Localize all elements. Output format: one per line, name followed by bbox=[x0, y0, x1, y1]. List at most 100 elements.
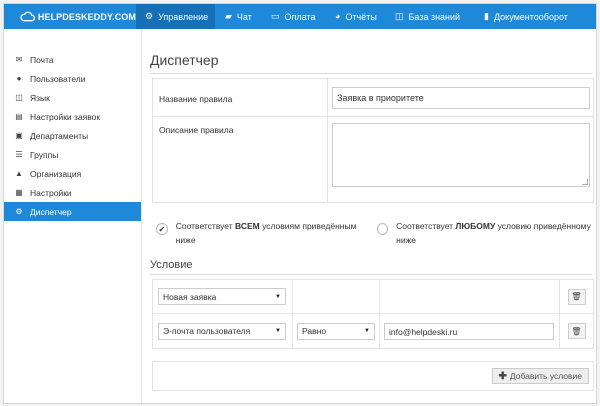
rule-name-label: Название правила bbox=[153, 79, 328, 116]
sidebar-item-settings[interactable]: ▦ Настройки bbox=[4, 183, 141, 202]
nav-label: База знаний bbox=[408, 11, 461, 22]
sidebar-item-label: Диспетчер bbox=[30, 206, 72, 217]
pie-chart-icon: ◕ bbox=[335, 11, 341, 21]
match-all-bold: ВСЕМ bbox=[235, 221, 260, 231]
sidebar-item-language[interactable]: ◫ Язык bbox=[4, 88, 141, 107]
trash-icon: 🗑 bbox=[571, 326, 582, 336]
sidebar-item-label: Пользователи bbox=[30, 73, 86, 84]
page-title: Диспетчер bbox=[150, 52, 219, 68]
condition-operator-select[interactable]: Равно ▼ bbox=[297, 322, 375, 340]
rule-desc-textarea[interactable] bbox=[332, 123, 590, 187]
nav-item-documents[interactable]: ▮ Документооборот bbox=[475, 4, 587, 29]
gear-icon: ⚙ bbox=[15, 207, 23, 216]
chat-icon: ▰ bbox=[225, 11, 232, 21]
app-window: HELPDESKEDDY.COM ⚙ Управление ▰ Чат ▭ Оп… bbox=[3, 3, 597, 404]
condition-field-select[interactable]: Новая заявка ▼ bbox=[158, 288, 286, 305]
logo[interactable]: HELPDESKEDDY.COM bbox=[4, 11, 136, 22]
nav-item-knowledge-base[interactable]: ◫ База знаний bbox=[387, 4, 475, 29]
sidebar-item-label: Настройки bbox=[30, 187, 72, 198]
condition-value-input[interactable]: info@helpdeski.ru bbox=[384, 322, 554, 340]
sidebar-item-groups[interactable]: ☰ Группы bbox=[4, 145, 141, 164]
match-all-option[interactable]: ✔ Соответствует ВСЕМ условиям приведённы… bbox=[152, 219, 373, 247]
match-all-label: Соответствует ВСЕМ условиям приведённым … bbox=[176, 219, 373, 247]
sidebar-item-users[interactable]: ● Пользователи bbox=[4, 69, 141, 88]
sidebar-item-label: Группы bbox=[30, 149, 59, 160]
nav-label: Оплата bbox=[284, 11, 316, 22]
condition-operator-cell: Равно ▼ bbox=[293, 314, 380, 348]
sidebar-item-label: Язык bbox=[30, 92, 50, 103]
sidebar-item-ticket-settings[interactable]: ▤ Настройки заявок bbox=[4, 107, 141, 126]
sidebar-item-mail[interactable]: ✉ Почта bbox=[4, 50, 141, 69]
select-value: Равно bbox=[302, 326, 327, 336]
condition-action-cell: 🗑 bbox=[560, 314, 593, 348]
add-condition-label: Добавить условие bbox=[509, 371, 582, 381]
clipboard-icon: ▤ bbox=[15, 112, 23, 121]
list-icon: ☰ bbox=[15, 150, 23, 159]
condition-section-title: Условие bbox=[150, 259, 193, 271]
envelope-icon: ✉ bbox=[15, 55, 23, 64]
nav-item-chat[interactable]: ▰ Чат bbox=[215, 4, 263, 29]
condition-value-cell bbox=[380, 280, 560, 313]
nav-label: Отчёты bbox=[345, 11, 377, 22]
book-icon: ◫ bbox=[395, 11, 404, 21]
rule-form: Название правила Заявка в приоритете Опи… bbox=[152, 78, 594, 203]
condition-value-cell: info@helpdeski.ru bbox=[380, 314, 560, 348]
delete-condition-button[interactable]: 🗑 bbox=[567, 323, 586, 339]
user-icon: ● bbox=[16, 74, 22, 83]
trash-icon: 🗑 bbox=[571, 292, 582, 301]
add-condition-button[interactable]: ✚ Добавить условие bbox=[491, 368, 589, 384]
nav-item-management[interactable]: ⚙ Управление bbox=[136, 4, 215, 29]
settings-icon: ▦ bbox=[15, 188, 23, 197]
condition-row: Новая заявка ▼ 🗑 bbox=[153, 280, 593, 314]
credit-card-icon: ▭ bbox=[271, 11, 280, 21]
sidebar-item-label: Почта bbox=[30, 54, 54, 65]
id-card-icon: ▣ bbox=[15, 131, 23, 140]
sidebar-item-departments[interactable]: ▣ Департаменты bbox=[4, 126, 141, 145]
sidebar-item-label: Настройки заявок bbox=[30, 111, 101, 122]
nav-label: Управление bbox=[158, 11, 209, 22]
conditions-table: Новая заявка ▼ 🗑 Э-почта пользователя ▼ bbox=[152, 279, 594, 349]
match-options: ✔ Соответствует ВСЕМ условиям приведённы… bbox=[152, 219, 594, 247]
match-all-radio[interactable]: ✔ bbox=[156, 223, 168, 235]
rule-desc-label: Описание правила bbox=[153, 117, 328, 202]
divider bbox=[150, 73, 592, 74]
sidebar: ✉ Почта ● Пользователи ◫ Язык ▤ Настройк… bbox=[4, 29, 142, 403]
caret-down-icon: ▼ bbox=[364, 328, 370, 334]
condition-field-cell: Новая заявка ▼ bbox=[153, 280, 293, 313]
sidebar-item-dispatcher[interactable]: ⚙ Диспетчер bbox=[4, 202, 141, 221]
condition-field-select[interactable]: Э-почта пользователя ▼ bbox=[158, 322, 286, 340]
organization-icon: ▲ bbox=[15, 169, 23, 178]
divider bbox=[150, 274, 592, 275]
delete-condition-button[interactable]: 🗑 bbox=[567, 288, 586, 305]
caret-down-icon: ▼ bbox=[275, 328, 281, 334]
top-navbar: HELPDESKEDDY.COM ⚙ Управление ▰ Чат ▭ Оп… bbox=[4, 4, 596, 29]
select-value: Новая заявка bbox=[163, 291, 217, 302]
cloud-logo-icon bbox=[20, 11, 35, 22]
condition-row: Э-почта пользователя ▼ Равно ▼ info@help… bbox=[153, 314, 593, 348]
logo-text: HELPDESKEDDY.COM bbox=[37, 11, 136, 22]
match-any-radio[interactable] bbox=[377, 223, 389, 235]
rule-desc-cell bbox=[328, 117, 593, 202]
rule-name-row: Название правила Заявка в приоритете bbox=[153, 79, 593, 117]
check-icon: ✔ bbox=[158, 224, 166, 234]
match-all-prefix: Соответствует bbox=[175, 221, 236, 231]
nav-item-reports[interactable]: ◕ Отчёты bbox=[327, 4, 387, 29]
condition-action-cell: 🗑 bbox=[560, 280, 593, 313]
select-value: Э-почта пользователя bbox=[163, 326, 251, 336]
nav-item-payment[interactable]: ▭ Оплата bbox=[263, 4, 327, 29]
match-any-bold: ЛЮБОМУ bbox=[455, 221, 496, 231]
resize-grip[interactable] bbox=[582, 179, 588, 185]
match-any-prefix: Соответствует bbox=[396, 221, 456, 231]
document-icon: ▮ bbox=[484, 11, 489, 21]
rule-desc-row: Описание правила bbox=[153, 117, 593, 202]
book-icon: ◫ bbox=[15, 93, 23, 102]
match-any-option[interactable]: Соответствует ЛЮБОМУ условию приведённом… bbox=[373, 219, 594, 247]
nav-label: Документооборот bbox=[493, 11, 568, 22]
rule-name-input[interactable]: Заявка в приоритете bbox=[332, 87, 590, 109]
plus-icon: ✚ bbox=[498, 370, 507, 382]
sidebar-item-label: Департаменты bbox=[30, 130, 89, 141]
match-any-label: Соответствует ЛЮБОМУ условию приведённом… bbox=[396, 219, 594, 247]
top-nav: ⚙ Управление ▰ Чат ▭ Оплата ◕ Отчёты ◫ Б… bbox=[136, 4, 587, 29]
rule-name-cell: Заявка в приоритете bbox=[328, 79, 593, 116]
sidebar-item-organization[interactable]: ▲ Организация bbox=[4, 164, 141, 183]
